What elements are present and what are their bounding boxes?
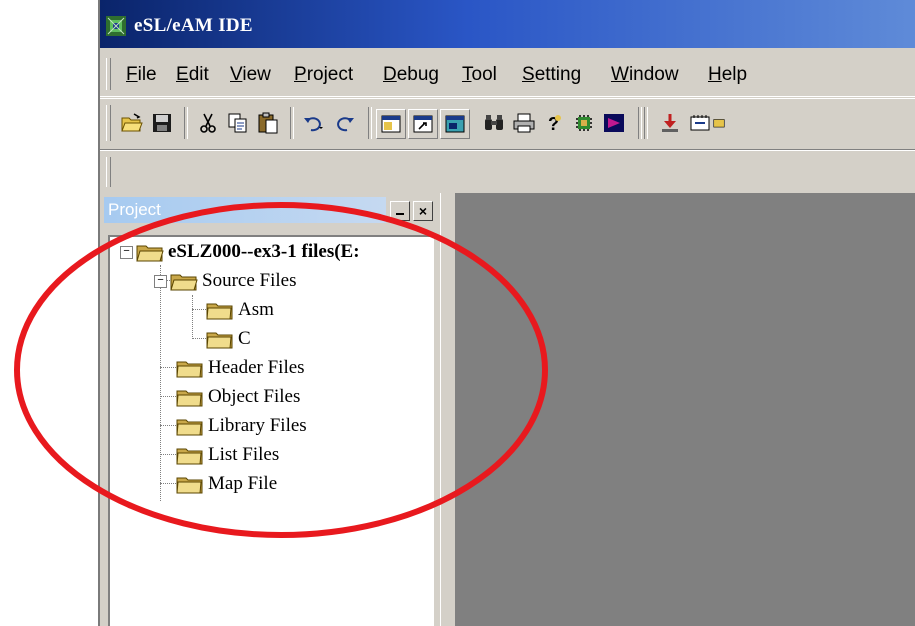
tree-collapse-source[interactable]: − bbox=[154, 275, 167, 288]
toolbar-separator bbox=[290, 107, 294, 139]
tree-label: Library Files bbox=[208, 415, 307, 436]
menu-project[interactable]: Project bbox=[294, 64, 353, 86]
tree-item-map-file[interactable]: Map File bbox=[176, 472, 277, 496]
tree-item-asm[interactable]: Asm bbox=[206, 298, 274, 322]
tree-item-header-files[interactable]: Header Files bbox=[176, 356, 305, 380]
tree-line bbox=[192, 295, 193, 339]
menu-tool[interactable]: Tool bbox=[462, 64, 497, 86]
tree-item-source-files[interactable]: Source Files bbox=[170, 269, 296, 293]
help-icon[interactable]: ? bbox=[540, 109, 568, 137]
menu-view[interactable]: View bbox=[230, 64, 271, 86]
tree-item-c[interactable]: C bbox=[206, 327, 251, 351]
toolbar2-grip[interactable] bbox=[106, 157, 111, 187]
tree-item-list-files[interactable]: List Files bbox=[176, 443, 279, 467]
folder-icon bbox=[206, 303, 233, 320]
find-window-icon[interactable] bbox=[408, 109, 438, 139]
cut-icon[interactable] bbox=[194, 109, 222, 137]
folder-icon bbox=[176, 448, 203, 465]
mdi-workspace[interactable] bbox=[456, 193, 915, 626]
main-toolbar: ? bbox=[100, 98, 915, 150]
menu-setting[interactable]: Setting bbox=[522, 64, 581, 86]
tree-item-object-files[interactable]: Object Files bbox=[176, 385, 300, 409]
panel-pin-button[interactable] bbox=[390, 201, 410, 221]
menu-debug[interactable]: Debug bbox=[383, 64, 439, 86]
toolbar-separator bbox=[368, 107, 372, 139]
copy-icon[interactable] bbox=[224, 109, 252, 137]
tree-line bbox=[160, 265, 161, 501]
tree-label: Source Files bbox=[202, 270, 297, 291]
folder-icon bbox=[176, 477, 203, 494]
tree-item-root[interactable]: eSLZ000--ex3-1 files(E: bbox=[136, 240, 360, 264]
tree-label: Asm bbox=[238, 299, 274, 320]
menu-file[interactable]: File bbox=[126, 64, 157, 86]
app-chip-icon bbox=[106, 16, 126, 36]
tree-label: Header Files bbox=[208, 357, 305, 378]
panel-splitter[interactable] bbox=[440, 193, 456, 626]
title-bar[interactable]: eSL/eAM IDE bbox=[100, 0, 915, 48]
tree-collapse-root[interactable]: − bbox=[120, 246, 133, 259]
menu-bar: File Edit View Project Debug Tool Settin… bbox=[100, 52, 915, 97]
ide-window: eSL/eAM IDE File Edit View Project Debug… bbox=[98, 0, 915, 626]
window-title: eSL/eAM IDE bbox=[134, 15, 253, 36]
panel-close-button[interactable]: × bbox=[413, 201, 433, 221]
folder-icon bbox=[176, 361, 203, 378]
tree-label: List Files bbox=[208, 444, 280, 465]
compile-icon[interactable] bbox=[600, 109, 628, 137]
open-folder-icon[interactable] bbox=[118, 109, 146, 137]
output-window-icon[interactable] bbox=[440, 109, 470, 139]
toolbar-separator bbox=[644, 107, 648, 139]
close-icon: × bbox=[418, 203, 428, 219]
project-panel: Project × − eSLZ000--ex3-1 files(E: − So… bbox=[100, 193, 440, 626]
project-tree[interactable]: − eSLZ000--ex3-1 files(E: − Source Files… bbox=[108, 235, 434, 626]
memory-icon[interactable] bbox=[686, 109, 714, 137]
tree-label: Map File bbox=[208, 473, 278, 494]
download-icon[interactable] bbox=[656, 109, 684, 137]
menu-grip[interactable] bbox=[106, 58, 111, 90]
redo-icon[interactable] bbox=[332, 109, 360, 137]
open-folder-icon bbox=[170, 274, 198, 291]
tree-label: Object Files bbox=[208, 386, 301, 407]
window-icon[interactable] bbox=[376, 109, 406, 139]
menu-edit[interactable]: Edit bbox=[176, 64, 209, 86]
toolbar-separator bbox=[184, 107, 188, 139]
project-panel-title: Project bbox=[108, 200, 161, 219]
folder-icon bbox=[176, 390, 203, 407]
tree-label: C bbox=[238, 328, 251, 349]
folder-icon bbox=[206, 332, 233, 349]
print-icon[interactable] bbox=[510, 109, 538, 137]
binoculars-icon[interactable] bbox=[480, 109, 508, 137]
secondary-toolbar bbox=[100, 150, 915, 194]
menu-help[interactable]: Help bbox=[708, 64, 747, 86]
save-icon[interactable] bbox=[148, 109, 176, 137]
menu-window[interactable]: Window bbox=[611, 64, 679, 86]
folder-icon bbox=[176, 419, 203, 436]
toolbar-separator bbox=[638, 107, 642, 139]
toolbar-grip[interactable] bbox=[106, 105, 111, 141]
paste-icon[interactable] bbox=[254, 109, 282, 137]
project-panel-header[interactable]: Project bbox=[104, 197, 386, 223]
chip-icon[interactable] bbox=[570, 109, 598, 137]
undo-icon[interactable] bbox=[300, 109, 328, 137]
open-folder-icon bbox=[136, 245, 164, 262]
tree-item-library-files[interactable]: Library Files bbox=[176, 414, 307, 438]
toolbar-overflow-icon[interactable] bbox=[712, 109, 726, 137]
tree-label: eSLZ000--ex3-1 files(E: bbox=[168, 241, 360, 262]
